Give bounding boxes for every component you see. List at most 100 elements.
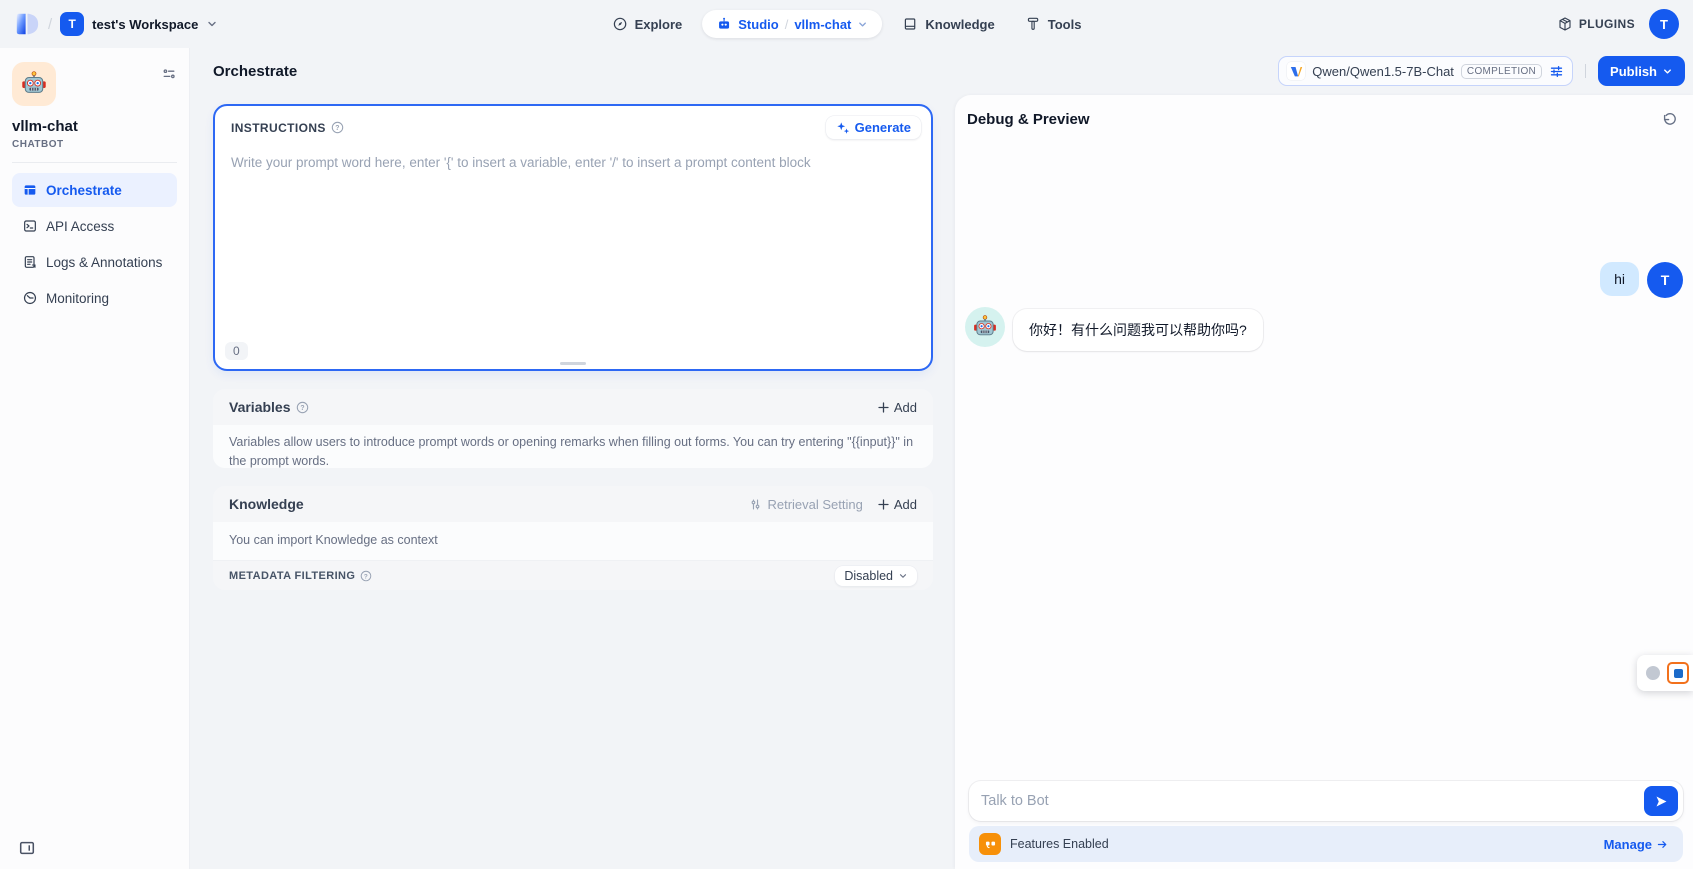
model-mode-badge: COMPLETION [1461, 64, 1542, 79]
chevron-down-icon[interactable] [857, 19, 868, 30]
help-icon[interactable]: ? [360, 570, 372, 582]
svg-text:?: ? [335, 125, 340, 132]
app-avatar[interactable] [12, 62, 56, 106]
app-header [12, 62, 177, 106]
sidebar-item-label: Orchestrate [46, 183, 122, 198]
nav-studio-app-name: vllm-chat [794, 17, 851, 32]
sidebar-item-api-access[interactable]: API Access [12, 209, 177, 243]
debug-header: Debug & Preview [955, 95, 1693, 128]
metadata-filtering-select[interactable]: Disabled [835, 566, 917, 586]
restart-icon[interactable] [1661, 112, 1677, 128]
terminal-icon [22, 218, 38, 234]
page-title: Orchestrate [213, 63, 297, 80]
window-icon [22, 182, 38, 198]
sidebar-item-label: Logs & Annotations [46, 255, 162, 270]
nav-right: PLUGINS T [1557, 9, 1679, 39]
variables-header: Variables ? Add [213, 389, 933, 425]
nav-explore[interactable]: Explore [602, 10, 693, 38]
workspace-name[interactable]: test's Workspace [92, 17, 198, 32]
bot-message-bubble: 你好！有什么问题我可以帮助你吗? [1013, 309, 1263, 351]
bot-message-avatar [965, 307, 1005, 347]
model-selector[interactable]: Qwen/Qwen1.5-7B-Chat COMPLETION [1278, 56, 1573, 86]
floating-widget[interactable] [1637, 655, 1693, 691]
arrow-right-icon [1656, 838, 1669, 851]
instructions-header: INSTRUCTIONS ? Generate [215, 106, 931, 139]
variables-title-row: Variables ? [229, 399, 309, 415]
workspace-avatar[interactable]: T [60, 12, 84, 36]
collapse-sidebar-icon[interactable] [18, 839, 36, 857]
widget-dot-icon [1646, 666, 1660, 680]
nav-studio-active[interactable]: Studio / vllm-chat [702, 10, 882, 38]
help-icon[interactable]: ? [296, 401, 309, 414]
sidebar-item-monitoring[interactable]: Monitoring [12, 281, 177, 315]
page-header: Orchestrate Qwen/Qwen1.5-7B-Chat COMPLET… [213, 48, 1685, 94]
metadata-filtering-title: METADATA FILTERING [229, 570, 355, 582]
features-bar: Features Enabled Manage [969, 826, 1683, 862]
variables-title: Variables [229, 399, 291, 415]
app-name: vllm-chat [12, 118, 177, 135]
app-settings-icon[interactable] [161, 66, 177, 82]
knowledge-title: Knowledge [229, 496, 304, 512]
package-icon [1557, 16, 1573, 32]
plugins-button[interactable]: PLUGINS [1557, 16, 1635, 32]
sidebar-item-label: API Access [46, 219, 114, 234]
instructions-title-row: INSTRUCTIONS ? [231, 121, 344, 135]
header-actions: Qwen/Qwen1.5-7B-Chat COMPLETION Publish [1278, 56, 1685, 86]
model-name: Qwen/Qwen1.5-7B-Chat [1312, 64, 1454, 79]
document-icon [22, 254, 38, 270]
retrieval-setting-label: Retrieval Setting [767, 497, 862, 512]
nav-knowledge[interactable]: Knowledge [892, 10, 1004, 38]
knowledge-header: Knowledge Retrieval Setting Add [213, 486, 933, 522]
plus-icon [877, 498, 890, 511]
resize-handle[interactable] [560, 362, 586, 365]
model-settings-icon[interactable] [1549, 64, 1564, 79]
user-avatar[interactable]: T [1649, 9, 1679, 39]
nav-tools[interactable]: Tools [1015, 10, 1092, 38]
robot-emoji-icon [972, 314, 998, 340]
chevron-down-icon[interactable] [206, 18, 218, 30]
user-message-bubble: hi [1600, 262, 1639, 296]
gauge-icon [22, 290, 38, 306]
book-icon [902, 16, 918, 32]
send-button[interactable] [1644, 786, 1678, 816]
help-icon[interactable]: ? [331, 121, 344, 134]
nav-center: Explore Studio / vllm-chat Knowledge Too… [602, 0, 1092, 48]
retrieval-setting-button[interactable]: Retrieval Setting [749, 497, 862, 512]
metadata-filtering-value: Disabled [844, 569, 893, 583]
nav-explore-label: Explore [635, 17, 683, 32]
nav-pill-slash: / [785, 17, 789, 32]
generate-label: Generate [855, 120, 911, 135]
chat-message-bot: 你好！有什么问题我可以帮助你吗? [965, 307, 1263, 351]
breadcrumb-slash: / [48, 16, 52, 33]
add-variable-button[interactable]: Add [877, 400, 917, 415]
instructions-panel: INSTRUCTIONS ? Generate Write your promp… [213, 104, 933, 371]
nav-studio-label: Studio [738, 17, 778, 32]
sidebar-item-logs-annotations[interactable]: Logs & Annotations [12, 245, 177, 279]
chevron-down-icon [898, 571, 908, 581]
manage-features-link[interactable]: Manage [1604, 837, 1669, 852]
dify-logo[interactable] [14, 11, 40, 37]
publish-label: Publish [1610, 64, 1657, 79]
header-divider [1585, 64, 1586, 78]
debug-title: Debug & Preview [967, 111, 1090, 128]
user-message-avatar: T [1647, 262, 1683, 298]
variables-description: Variables allow users to introduce promp… [213, 425, 933, 468]
char-count-badge: 0 [225, 342, 248, 360]
publish-button[interactable]: Publish [1598, 56, 1685, 86]
instructions-title: INSTRUCTIONS [231, 121, 326, 135]
send-icon [1654, 794, 1669, 809]
prompt-editor[interactable]: Write your prompt word here, enter '{' t… [215, 139, 931, 170]
metadata-filtering-title-row: METADATA FILTERING ? [229, 570, 372, 582]
add-knowledge-button[interactable]: Add [877, 497, 917, 512]
add-knowledge-label: Add [894, 497, 917, 512]
add-variable-label: Add [894, 400, 917, 415]
nav-knowledge-label: Knowledge [925, 17, 994, 32]
sidebar-item-orchestrate[interactable]: Orchestrate [12, 173, 177, 207]
robot-icon [716, 16, 732, 32]
plugins-label: PLUGINS [1579, 17, 1635, 31]
chat-input[interactable] [981, 793, 1644, 809]
sidebar-item-label: Monitoring [46, 291, 109, 306]
generate-button[interactable]: Generate [826, 116, 921, 139]
knowledge-panel: Knowledge Retrieval Setting Add You can … [213, 486, 933, 590]
top-nav: / T test's Workspace Explore Studio / vl… [0, 0, 1693, 48]
